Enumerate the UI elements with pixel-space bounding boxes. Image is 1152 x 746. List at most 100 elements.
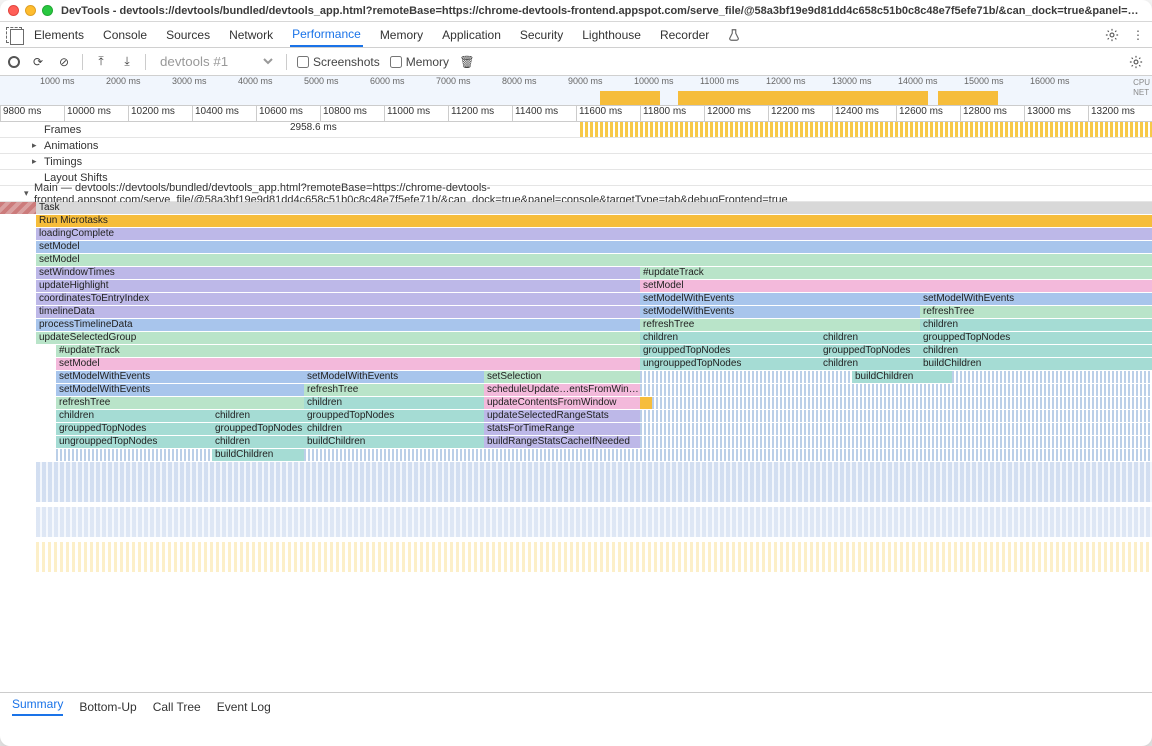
- flame-entry[interactable]: updateContentsFromWindow: [484, 397, 640, 409]
- flame-entry[interactable]: grouppedTopNodes: [920, 332, 1152, 344]
- flame-entry[interactable]: coordinatesToEntryIndex: [36, 293, 640, 305]
- flame-entry[interactable]: setModel: [56, 358, 640, 370]
- record-button[interactable]: [8, 56, 20, 68]
- flame-entry[interactable]: children: [304, 397, 484, 409]
- flame-entry[interactable]: children: [212, 436, 304, 448]
- track-timings[interactable]: Timings: [0, 154, 1152, 170]
- flame-entry[interactable]: refreshTree: [304, 384, 484, 396]
- flame-entry[interactable]: grouppedTopNodes: [212, 423, 304, 435]
- memory-checkbox[interactable]: Memory: [390, 55, 449, 69]
- flask-icon: [726, 27, 742, 43]
- flame-entry[interactable]: #updateTrack: [56, 345, 640, 357]
- flame-run-microtasks[interactable]: Run Microtasks: [36, 215, 1152, 227]
- clear-icon[interactable]: ⊘: [56, 54, 72, 70]
- inspect-icon[interactable]: [6, 27, 22, 43]
- flame-entry[interactable]: setModel: [640, 280, 1152, 292]
- flame-entry[interactable]: buildChildren: [852, 371, 952, 383]
- upload-icon[interactable]: ⤒: [93, 54, 109, 70]
- tab-call-tree[interactable]: Call Tree: [153, 700, 201, 714]
- flame-chart[interactable]: Task Run Microtasks loadingComplete setM…: [0, 202, 1152, 692]
- tab-event-log[interactable]: Event Log: [217, 700, 271, 714]
- panel-settings-gear-icon[interactable]: [1128, 54, 1144, 70]
- flame-entry[interactable]: setSelection: [484, 371, 640, 383]
- flame-entry[interactable]: setModelWithEvents: [920, 293, 1152, 305]
- close-icon[interactable]: [8, 5, 19, 16]
- performance-toolbar: ⟳ ⊘ ⤒ ⤓ devtools #1 Screenshots Memory 🗑: [0, 48, 1152, 76]
- flame-entry[interactable]: updateSelectedRangeStats: [484, 410, 640, 422]
- flame-entry[interactable]: refreshTree: [640, 319, 920, 331]
- track-main[interactable]: Main — devtools://devtools/bundled/devto…: [0, 186, 1152, 202]
- flame-entry[interactable]: setWindowTimes: [36, 267, 640, 279]
- flame-entry[interactable]: children: [920, 345, 1152, 357]
- devtools-window: DevTools - devtools://devtools/bundled/d…: [0, 0, 1152, 746]
- flame-entry[interactable]: timelineData: [36, 306, 640, 318]
- flame-entry[interactable]: updateHighlight: [36, 280, 640, 292]
- tab-network[interactable]: Network: [227, 24, 275, 46]
- flame-entry[interactable]: buildChildren: [304, 436, 484, 448]
- track-animations[interactable]: Animations: [0, 138, 1152, 154]
- minimize-icon[interactable]: [25, 5, 36, 16]
- flame-entry[interactable]: children: [56, 410, 212, 422]
- flame-entry[interactable]: children: [820, 332, 920, 344]
- flame-entry[interactable]: buildRangeStatsCacheIfNeeded: [484, 436, 640, 448]
- target-select[interactable]: devtools #1: [156, 53, 276, 70]
- flame-entry[interactable]: grouppedTopNodes: [304, 410, 484, 422]
- flame-entry[interactable]: statsForTimeRange: [484, 423, 640, 435]
- tab-summary[interactable]: Summary: [12, 697, 63, 716]
- flame-entry[interactable]: children: [640, 332, 820, 344]
- flame-entry[interactable]: processTimelineData: [36, 319, 640, 331]
- screenshots-checkbox[interactable]: Screenshots: [297, 55, 380, 69]
- overview-activity-bar: [938, 91, 998, 105]
- flame-entry[interactable]: children: [304, 423, 484, 435]
- flame-entry[interactable]: refreshTree: [56, 397, 304, 409]
- flame-entry[interactable]: #updateTrack: [640, 267, 1152, 279]
- flame-entry[interactable]: setModel: [36, 241, 1152, 253]
- settings-gear-icon[interactable]: [1104, 27, 1120, 43]
- trash-icon[interactable]: 🗑: [459, 54, 475, 70]
- tab-application[interactable]: Application: [440, 24, 503, 46]
- flame-entry[interactable]: setModelWithEvents: [304, 371, 484, 383]
- frames-bars: [580, 122, 1152, 137]
- overview-minimap[interactable]: 1000 ms2000 ms3000 ms4000 ms 5000 ms6000…: [0, 76, 1152, 106]
- flame-entry[interactable]: grouppedTopNodes: [56, 423, 212, 435]
- flame-entry[interactable]: scheduleUpdate…entsFromWindow: [484, 384, 640, 396]
- flame-entry[interactable]: setModelWithEvents: [640, 306, 920, 318]
- flame-entry[interactable]: setModelWithEvents: [640, 293, 920, 305]
- flame-entry[interactable]: [640, 397, 652, 409]
- kebab-menu-icon[interactable]: ⋮: [1130, 27, 1146, 43]
- tab-sources[interactable]: Sources: [164, 24, 212, 46]
- tab-lighthouse[interactable]: Lighthouse: [580, 24, 643, 46]
- flame-entry[interactable]: setModelWithEvents: [56, 371, 304, 383]
- tab-security[interactable]: Security: [518, 24, 565, 46]
- tab-bottom-up[interactable]: Bottom-Up: [79, 700, 136, 714]
- tab-recorder[interactable]: Recorder: [658, 24, 711, 46]
- flame-entry[interactable]: children: [212, 410, 304, 422]
- flame-entry[interactable]: grouppedTopNodes: [820, 345, 920, 357]
- flame-entry[interactable]: setModelWithEvents: [56, 384, 304, 396]
- download-icon[interactable]: ⤓: [119, 54, 135, 70]
- flame-entry[interactable]: updateSelectedGroup: [36, 332, 640, 344]
- flame-entry[interactable]: grouppedTopNodes: [640, 345, 820, 357]
- flame-stripes: [640, 436, 1152, 449]
- flame-entry[interactable]: ungrouppedTopNodes: [56, 436, 212, 448]
- time-ruler[interactable]: 9800 ms10000 ms10200 ms10400 ms 10600 ms…: [0, 106, 1152, 122]
- reload-icon[interactable]: ⟳: [30, 54, 46, 70]
- flame-entry[interactable]: buildChildren: [212, 449, 304, 461]
- tab-console[interactable]: Console: [101, 24, 149, 46]
- tab-elements[interactable]: Elements: [32, 24, 86, 46]
- flame-entry[interactable]: loadingComplete: [36, 228, 1152, 240]
- flame-entry[interactable]: children: [920, 319, 1152, 331]
- flame-stripes: [304, 449, 1152, 462]
- window-controls: [8, 5, 53, 16]
- flame-task[interactable]: Task: [36, 202, 1152, 214]
- panel-tabs: Elements Console Sources Network Perform…: [32, 23, 1104, 47]
- tab-memory[interactable]: Memory: [378, 24, 425, 46]
- tab-performance[interactable]: Performance: [290, 23, 363, 47]
- flame-entry[interactable]: ungrouppedTopNodes: [640, 358, 820, 370]
- flame-entry[interactable]: refreshTree: [920, 306, 1152, 318]
- flame-entry[interactable]: children: [820, 358, 920, 370]
- track-frames[interactable]: Frames 2958.6 ms: [0, 122, 1152, 138]
- flame-entry[interactable]: buildChildren: [920, 358, 1152, 370]
- maximize-icon[interactable]: [42, 5, 53, 16]
- flame-entry[interactable]: setModel: [36, 254, 1152, 266]
